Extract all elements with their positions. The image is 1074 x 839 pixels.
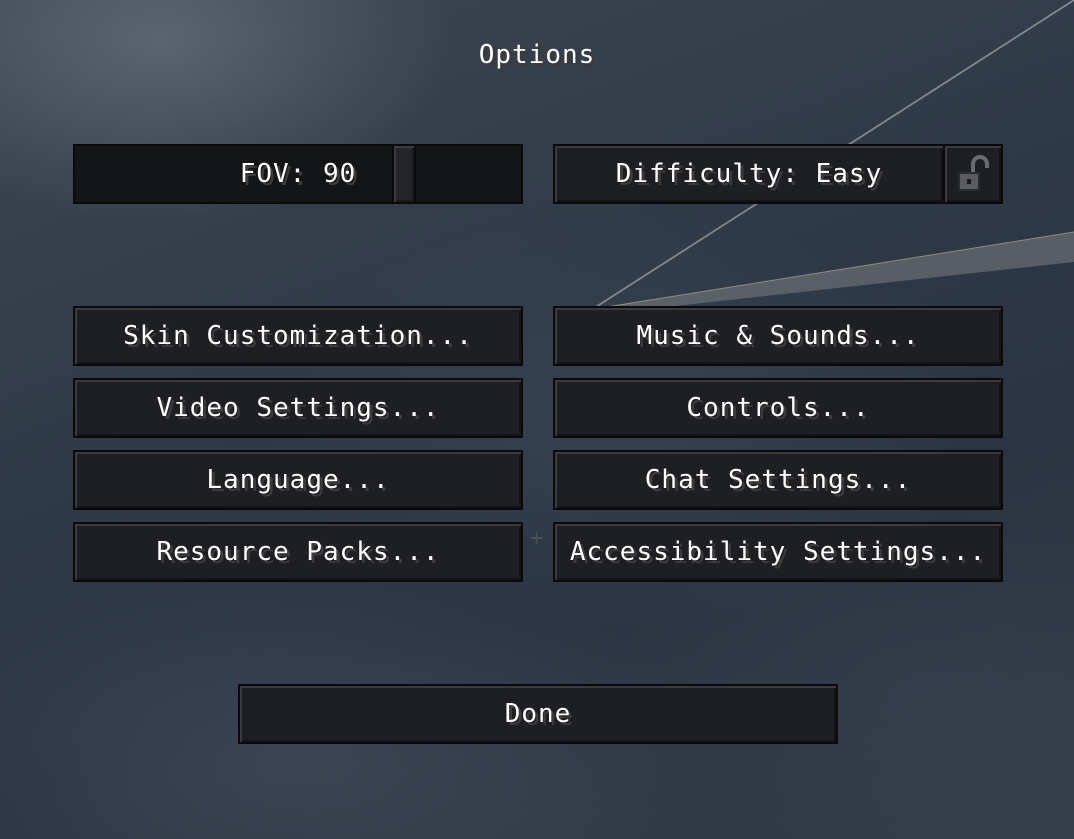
chat-settings-button[interactable]: Chat Settings... bbox=[553, 450, 1003, 510]
controls-label: Controls... bbox=[686, 393, 870, 423]
controls-button[interactable]: Controls... bbox=[553, 378, 1003, 438]
accessibility-settings-button[interactable]: Accessibility Settings... bbox=[553, 522, 1003, 582]
accessibility-settings-label: Accessibility Settings... bbox=[569, 537, 987, 567]
resource-packs-button[interactable]: Resource Packs... bbox=[73, 522, 523, 582]
difficulty-label: Difficulty: Easy bbox=[615, 159, 883, 189]
done-button[interactable]: Done bbox=[238, 684, 838, 744]
video-settings-button[interactable]: Video Settings... bbox=[73, 378, 523, 438]
resource-packs-label: Resource Packs... bbox=[156, 537, 440, 567]
unlocked-padlock-icon bbox=[958, 155, 989, 191]
chat-settings-label: Chat Settings... bbox=[644, 465, 912, 495]
skin-customization-label: Skin Customization... bbox=[123, 321, 473, 351]
video-settings-label: Video Settings... bbox=[156, 393, 440, 423]
language-button[interactable]: Language... bbox=[73, 450, 523, 510]
fov-slider-handle[interactable] bbox=[392, 144, 416, 204]
skin-customization-button[interactable]: Skin Customization... bbox=[73, 306, 523, 366]
music-sounds-label: Music & Sounds... bbox=[636, 321, 920, 351]
fov-slider[interactable]: FOV: 90 bbox=[73, 144, 523, 204]
language-label: Language... bbox=[206, 465, 390, 495]
fov-slider-label: FOV: 90 bbox=[239, 159, 357, 189]
page-title: Options bbox=[478, 40, 596, 70]
music-sounds-button[interactable]: Music & Sounds... bbox=[553, 306, 1003, 366]
difficulty-lock-button[interactable] bbox=[943, 144, 1003, 204]
difficulty-button[interactable]: Difficulty: Easy bbox=[553, 144, 945, 204]
done-label: Done bbox=[504, 699, 572, 729]
crosshair-icon: + bbox=[530, 526, 543, 551]
